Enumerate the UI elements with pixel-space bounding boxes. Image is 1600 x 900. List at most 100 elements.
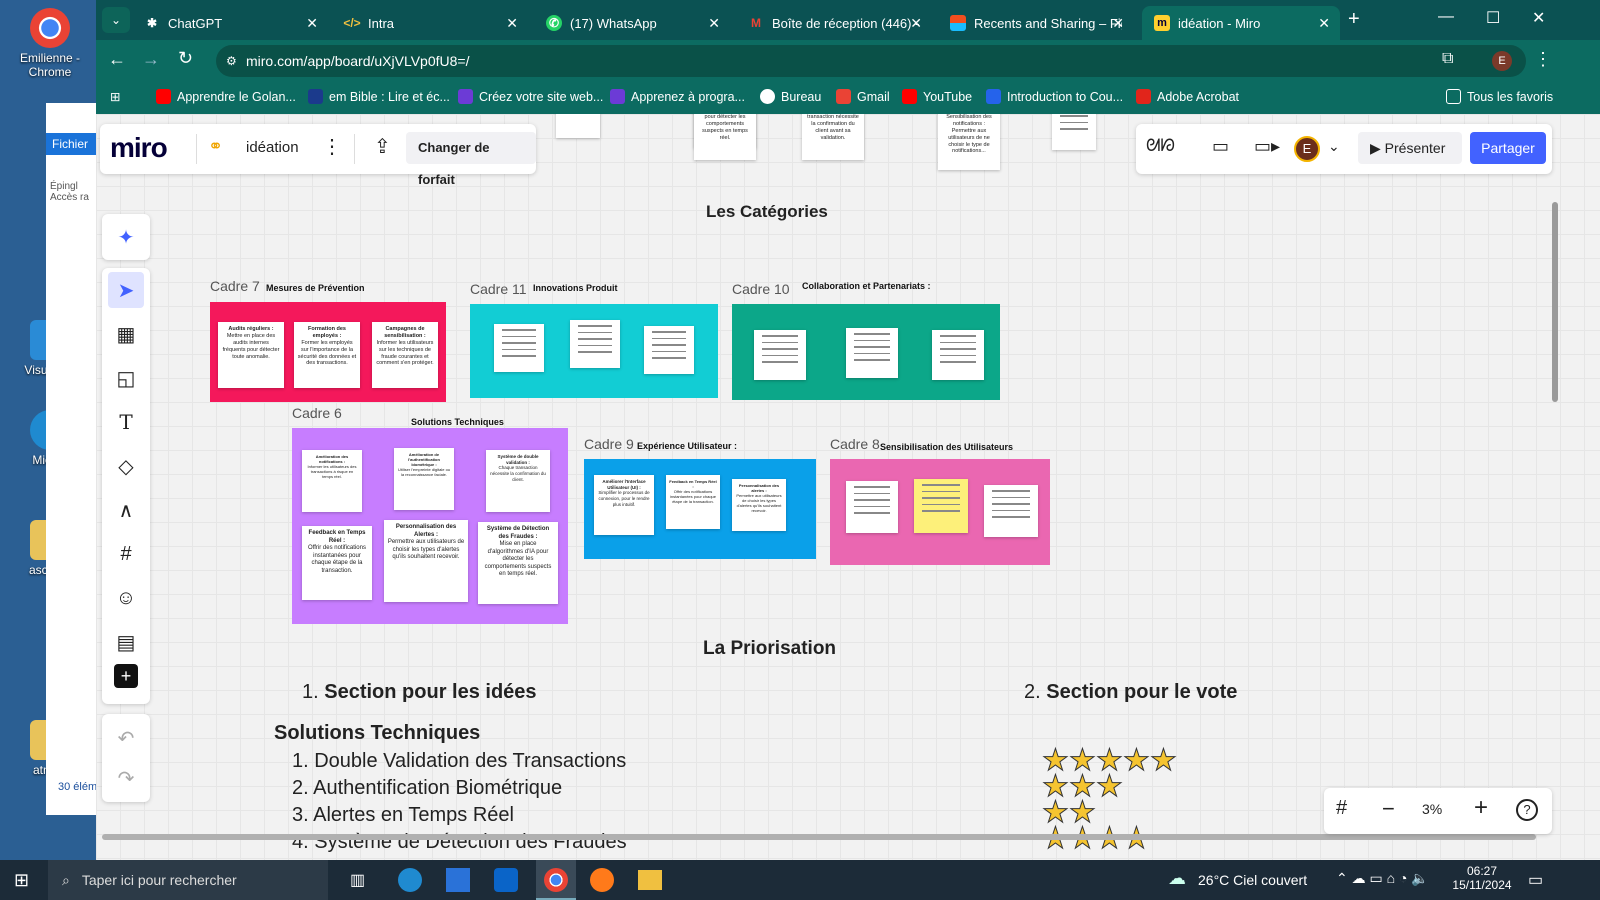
close-window-button[interactable]: ✕ (1532, 8, 1545, 28)
shapes-icon[interactable]: ◇ (108, 448, 144, 484)
new-tab-button[interactable]: + (1348, 8, 1360, 31)
profile-avatar[interactable]: E (1492, 51, 1512, 71)
frame-label[interactable]: Cadre 9 (584, 436, 634, 452)
frame-label[interactable]: Cadre 11 (470, 281, 527, 297)
vote-star-icon[interactable]: ★ (1096, 771, 1124, 802)
video-icon[interactable]: ▭▸ (1254, 136, 1280, 157)
sticky-note[interactable] (846, 481, 898, 533)
bookmark-item[interactable]: Apprendre le Golan... (156, 89, 296, 104)
tab-gmail[interactable]: M Boîte de réception (446) - ✕ (736, 6, 932, 40)
horizontal-scrollbar[interactable] (102, 834, 1536, 840)
sticky-note[interactable] (754, 330, 806, 380)
fit-frame-icon[interactable]: # (1336, 797, 1347, 820)
board-menu-icon[interactable]: ⋮ (322, 134, 342, 159)
miro-logo[interactable]: miro (110, 132, 168, 164)
frame-icon[interactable]: # (108, 536, 144, 572)
frame-cadre-6[interactable]: Amélioration des notifications : Informer… (292, 428, 568, 624)
bookmark-item[interactable]: Bureau (760, 89, 821, 104)
weather-text[interactable]: 26°C Ciel couvert (1198, 872, 1307, 888)
sticky-note[interactable] (846, 328, 898, 378)
sticky-note[interactable]: Sensibilisation des notifications : Perm… (938, 114, 1000, 170)
sticky-note[interactable]: Personnalisation des Alertes : Permettre … (384, 520, 468, 602)
user-avatar[interactable]: E (1294, 136, 1320, 162)
bookmark-item[interactable]: YouTube (902, 89, 972, 104)
reload-button[interactable]: ↻ (178, 48, 193, 69)
forward-button[interactable]: → (142, 49, 160, 70)
sticky-note[interactable]: Formation des employés : Former les emplo… (294, 322, 360, 388)
undo-icon[interactable]: ↶ (108, 720, 144, 756)
clock[interactable]: 06:27 15/11/2024 (1452, 864, 1512, 892)
miro-board-canvas[interactable]: pour détecter les comportements suspects… (96, 114, 1600, 860)
tab-intra[interactable]: </> Intra ✕ (332, 6, 528, 40)
bookmark-item[interactable]: Créez votre site web... (458, 89, 603, 104)
sticky-note[interactable]: Campagnes de sensibilisation : Informer l… (372, 322, 438, 388)
sticky-note[interactable] (644, 326, 694, 374)
frame-cadre-8[interactable] (830, 459, 1050, 565)
task-view-icon[interactable]: ▥ (350, 870, 365, 890)
sticky-note[interactable] (570, 320, 620, 368)
chevron-down-icon[interactable]: ⌄ (1328, 138, 1340, 155)
list-item[interactable]: 1. Double Validation des Transactions (292, 748, 627, 775)
quick-access-pin[interactable]: Épingl Accès ra (46, 155, 99, 203)
sticky-note[interactable]: transaction nécessite la confirmation du… (802, 114, 864, 160)
notifications-icon[interactable]: ▭ (1528, 870, 1543, 890)
frame-cadre-10[interactable] (732, 304, 1000, 400)
help-icon[interactable]: ? (1516, 799, 1538, 821)
close-tab-icon[interactable]: ✕ (1112, 15, 1124, 32)
sticky-note[interactable]: pour détecter les comportements suspects… (694, 114, 756, 160)
tab-whatsapp[interactable]: ✆ (17) WhatsApp ✕ (534, 6, 730, 40)
tab-search-button[interactable]: ⌄ (102, 7, 130, 33)
extensions-icon[interactable]: ⧉ (1442, 50, 1453, 68)
present-button[interactable]: ▶ Présenter (1358, 132, 1462, 164)
sticky-note[interactable]: Feedback en Temps Réel : Offrir des notif… (666, 475, 720, 529)
comment-icon[interactable]: ▤ (108, 624, 144, 660)
site-info-icon[interactable]: ⚙ (226, 54, 237, 68)
outlook-icon[interactable] (494, 868, 518, 892)
ai-sparkle-icon[interactable]: ✦ (108, 219, 144, 255)
sticky-note[interactable] (556, 114, 600, 138)
sticky-note[interactable] (914, 479, 968, 533)
file-explorer-icon[interactable] (638, 870, 662, 890)
tray-icons[interactable]: ⌃ ☁ ▭ ⌂ ◔ 🔈 (1336, 870, 1429, 887)
address-bar[interactable]: ⚙ miro.com/app/board/uXjVLVp0fU8=/ ☆ (216, 45, 1526, 77)
frame-cadre-7[interactable]: Audits réguliers : Mettre en place des au… (210, 302, 446, 402)
sticky-note[interactable]: Amélioration des notifications : Informer… (302, 450, 362, 512)
sticky-note[interactable] (984, 485, 1038, 537)
frame-label[interactable]: Cadre 10 (732, 281, 790, 297)
sitemap-icon[interactable]: ⚭ (208, 136, 223, 157)
sticky-note[interactable]: Personnalisation des alertes : Permettre … (732, 479, 786, 531)
add-more-icon[interactable]: + (114, 664, 138, 688)
tab-miro[interactable]: m idéation - Miro ✕ (1142, 6, 1340, 40)
ribbon-file-tab[interactable]: Fichier (46, 133, 99, 155)
sticky-note-icon[interactable]: ◱ (108, 360, 144, 396)
templates-icon[interactable]: ▦ (108, 316, 144, 352)
tab-figma[interactable]: Recents and Sharing – Fig ✕ (938, 6, 1134, 40)
windows-start-icon[interactable]: ⊞ (14, 870, 29, 891)
list-item[interactable]: 2. Authentification Biométrique (292, 775, 627, 802)
close-tab-icon[interactable]: ✕ (1318, 15, 1330, 32)
minimize-button[interactable]: — (1438, 8, 1454, 26)
vote-star-icon[interactable]: ★ (1123, 745, 1151, 776)
upgrade-button[interactable]: Changer de forfait (406, 132, 536, 187)
frame-label[interactable]: Cadre 6 (292, 405, 342, 421)
chat-icon[interactable]: ▭ (1212, 136, 1229, 157)
vote-star-icon[interactable]: ★ (1150, 745, 1178, 776)
firefox-icon[interactable] (590, 868, 614, 892)
redo-icon[interactable]: ↷ (108, 760, 144, 796)
bookmark-item[interactable]: Gmail (836, 89, 890, 104)
menu-icon[interactable]: ⋮ (1534, 49, 1552, 70)
desktop-icon-chrome[interactable]: Emilienne - Chrome (10, 8, 90, 79)
bookmark-item[interactable]: Introduction to Cou... (986, 89, 1123, 104)
back-button[interactable]: ← (108, 49, 126, 70)
select-tool-icon[interactable]: ➤ (108, 272, 144, 308)
vertical-scrollbar[interactable] (1552, 202, 1558, 402)
bookmark-item[interactable]: Adobe Acrobat (1136, 89, 1239, 104)
pen-icon[interactable]: ∧ (108, 492, 144, 528)
close-tab-icon[interactable]: ✕ (306, 15, 318, 32)
all-bookmarks[interactable]: Tous les favoris (1446, 89, 1553, 104)
store-icon[interactable] (446, 868, 470, 892)
close-tab-icon[interactable]: ✕ (708, 15, 720, 32)
frame-cadre-11[interactable] (470, 304, 718, 398)
sticky-note[interactable]: Améliorer l'Interface Utilisateur (UI) :… (594, 475, 654, 535)
export-icon[interactable]: ⇪ (374, 134, 391, 159)
